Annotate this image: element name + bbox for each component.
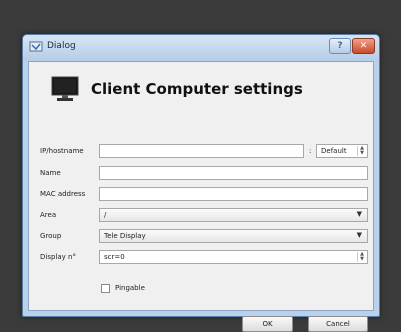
port-value: Default bbox=[321, 147, 347, 155]
dialog-body: Client Computer settings IP/hostname : D… bbox=[28, 61, 374, 332]
area-select[interactable]: / ▼ bbox=[99, 208, 368, 222]
dialog-window: Dialog ? ✕ Client Computer settings IP/h… bbox=[22, 34, 380, 332]
display-label: Display n° bbox=[40, 253, 76, 261]
port-separator: : bbox=[309, 147, 312, 155]
ip-hostname-input[interactable] bbox=[99, 144, 304, 158]
group-label: Group bbox=[40, 232, 62, 240]
chevron-down-icon: ▼ bbox=[356, 231, 362, 239]
pingable-checkbox[interactable] bbox=[101, 284, 110, 293]
help-button[interactable]: ? bbox=[329, 38, 351, 54]
app-icon bbox=[29, 41, 43, 52]
group-value: Tele Display bbox=[104, 232, 146, 240]
name-label: Name bbox=[40, 169, 61, 177]
close-icon: ✕ bbox=[359, 41, 368, 51]
page-title: Client Computer settings bbox=[91, 80, 303, 98]
display-value: scr=0 bbox=[104, 253, 125, 261]
help-icon: ? bbox=[337, 41, 343, 51]
mac-address-input[interactable] bbox=[99, 187, 368, 201]
spin-arrows-icon[interactable]: ▲ ▼ bbox=[357, 252, 366, 262]
close-button[interactable]: ✕ bbox=[352, 38, 375, 54]
window-title: Dialog bbox=[47, 41, 76, 51]
spin-arrows-icon[interactable]: ▲ ▼ bbox=[357, 146, 366, 156]
display-spinbox[interactable]: scr=0 ▲ ▼ bbox=[99, 250, 368, 264]
cancel-button[interactable]: Cancel bbox=[308, 316, 368, 332]
mac-label: MAC address bbox=[40, 190, 86, 198]
monitor-icon bbox=[51, 76, 79, 101]
area-label: Area bbox=[40, 211, 57, 219]
chevron-down-icon: ▼ bbox=[356, 210, 362, 218]
ok-button[interactable]: OK bbox=[242, 316, 293, 332]
pingable-label: Pingable bbox=[115, 284, 145, 292]
group-select[interactable]: Tele Display ▼ bbox=[99, 229, 368, 243]
title-bar[interactable]: Dialog ? ✕ bbox=[23, 35, 379, 61]
ip-label: IP/hostname bbox=[40, 147, 84, 155]
port-spinbox[interactable]: Default ▲ ▼ bbox=[316, 144, 368, 158]
name-input[interactable] bbox=[99, 166, 368, 180]
area-value: / bbox=[104, 211, 107, 219]
